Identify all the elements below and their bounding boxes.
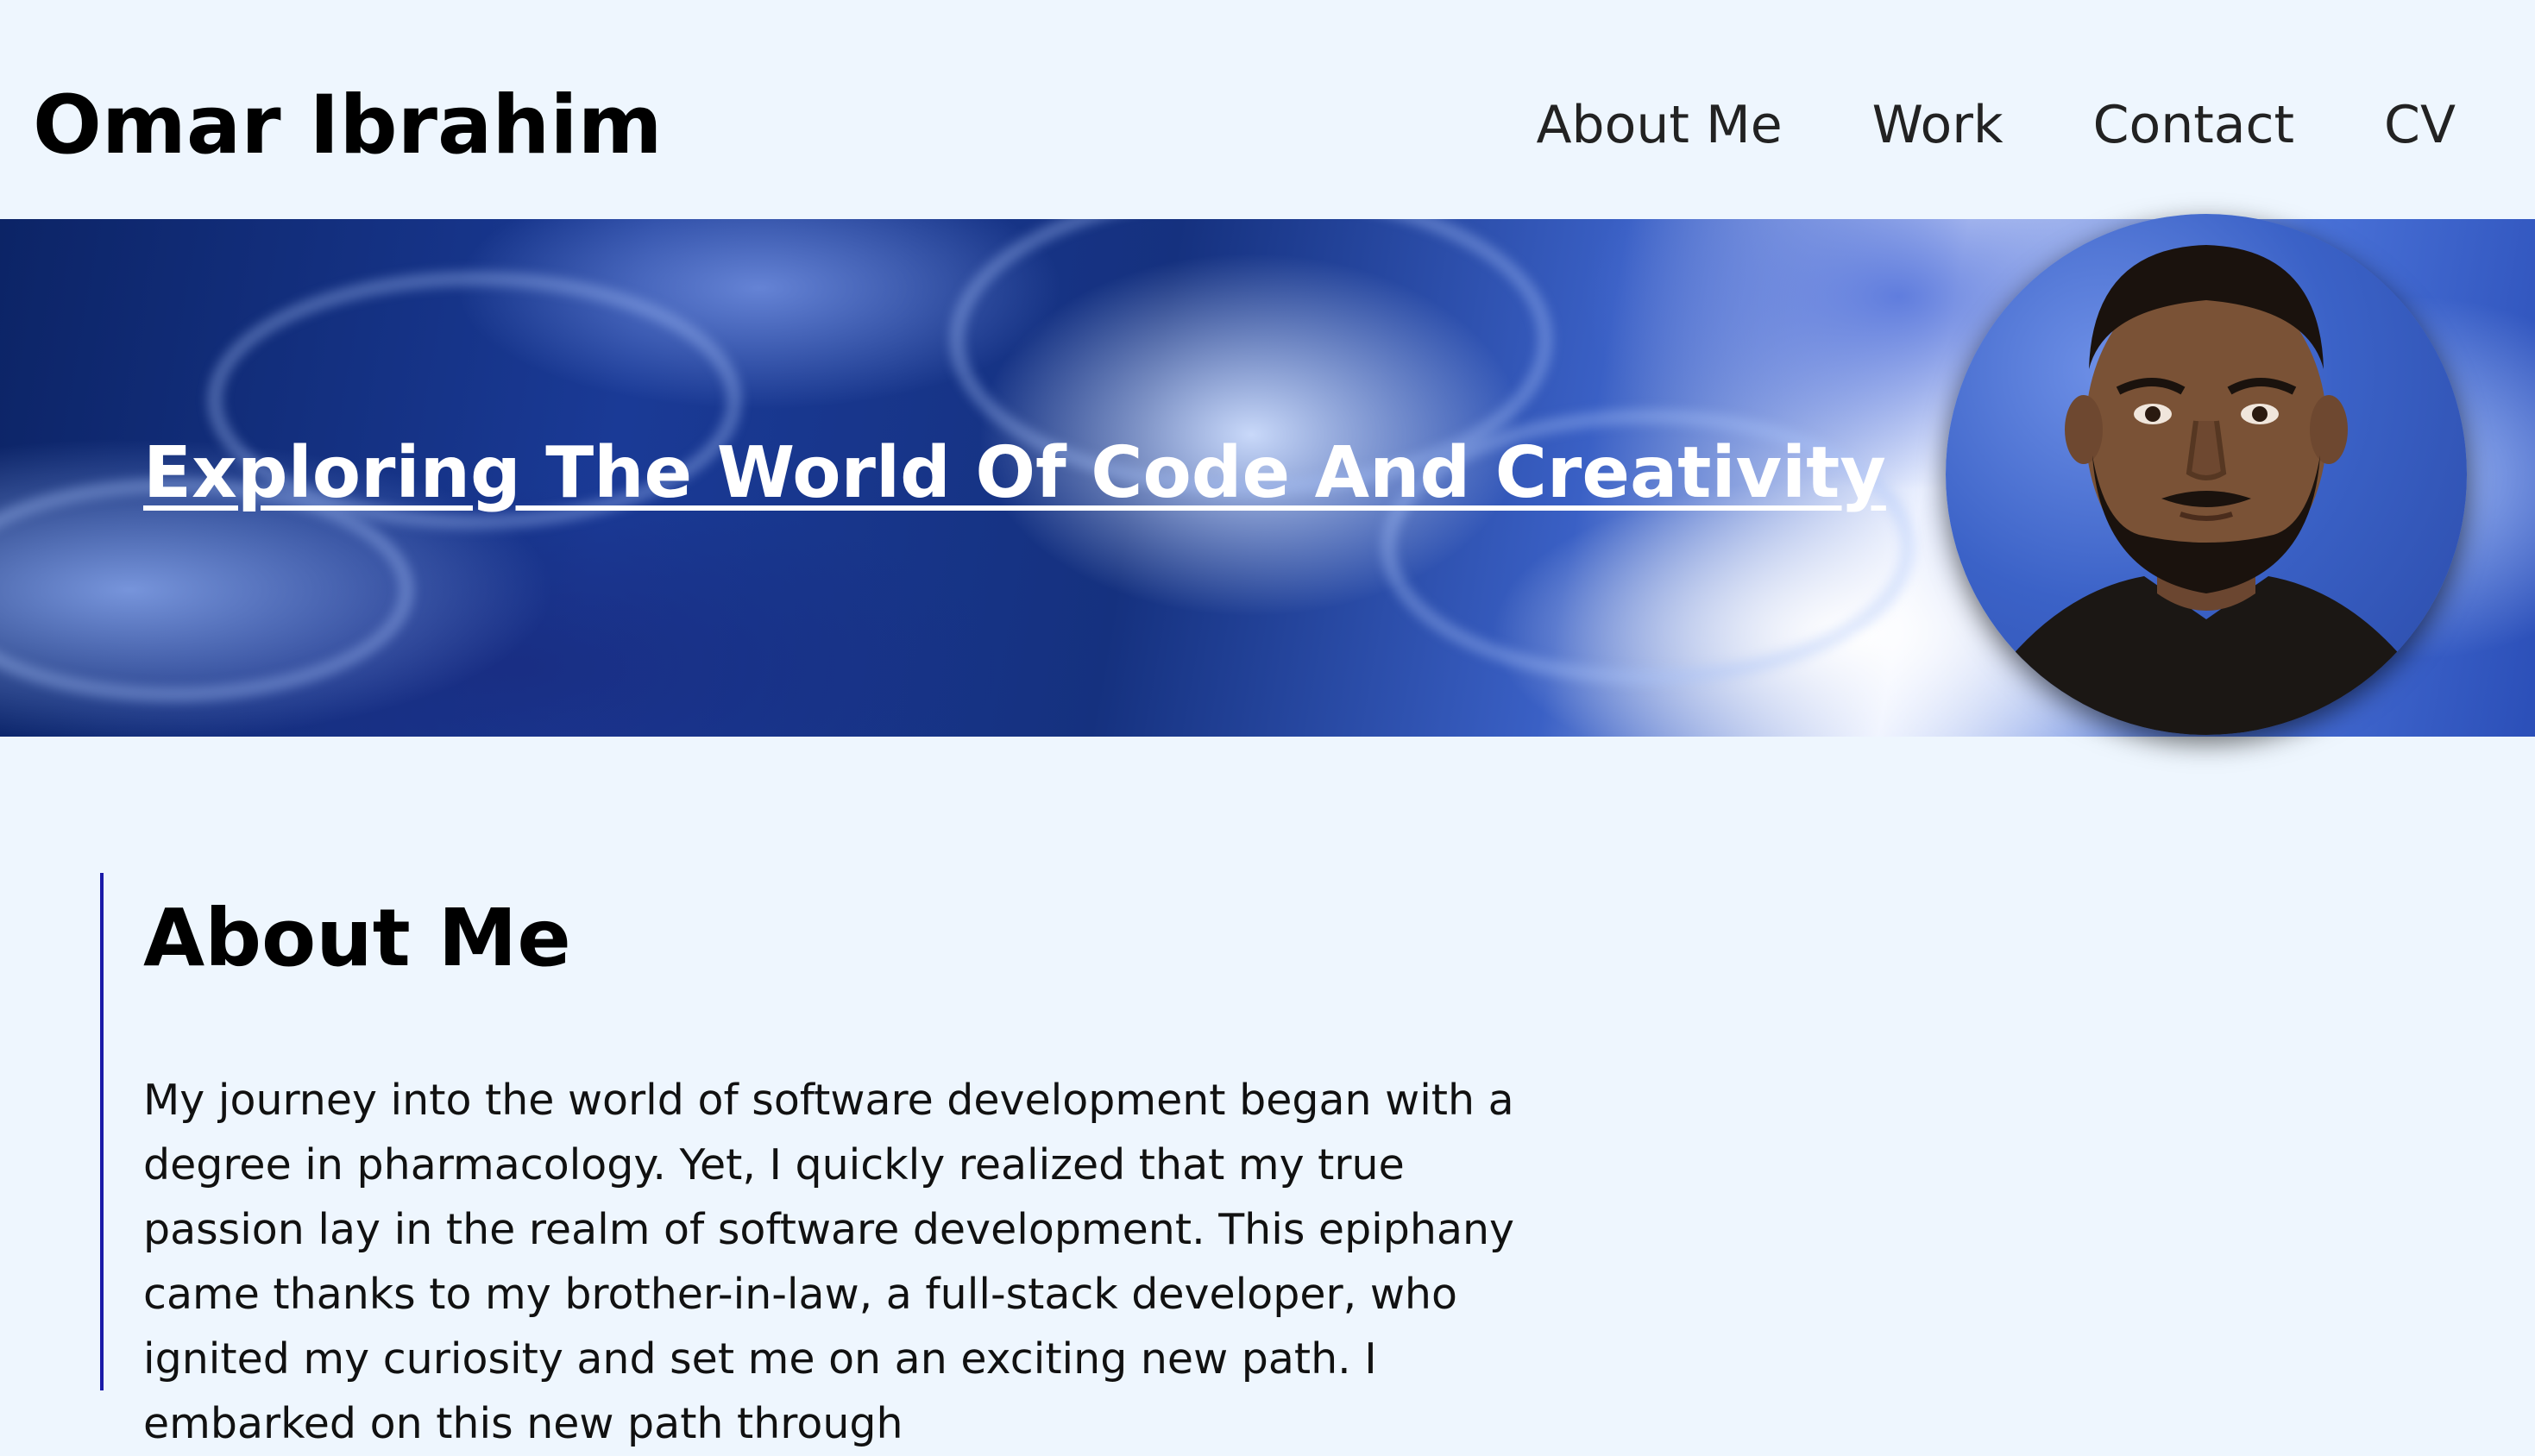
profile-photo-icon [1980,245,2432,735]
about-section: About Me My journey into the world of so… [100,873,1567,1448]
nav-link-cv[interactable]: CV [2384,95,2456,155]
avatar [1946,214,2467,735]
about-heading: About Me [143,892,571,984]
nav-link-work[interactable]: Work [1872,95,2003,155]
nav-link-contact[interactable]: Contact [2093,95,2294,155]
site-title[interactable]: Omar Ibrahim [33,74,663,178]
site-header: Omar Ibrahim About Me Work Contact CV [0,0,2535,219]
main-nav: About Me Work Contact CV [1537,86,2456,164]
nav-link-about-me[interactable]: About Me [1537,95,1783,155]
about-paragraph: My journey into the world of software de… [143,1076,1515,1448]
hero-title[interactable]: Exploring The World Of Code And Creativi… [143,430,1886,517]
